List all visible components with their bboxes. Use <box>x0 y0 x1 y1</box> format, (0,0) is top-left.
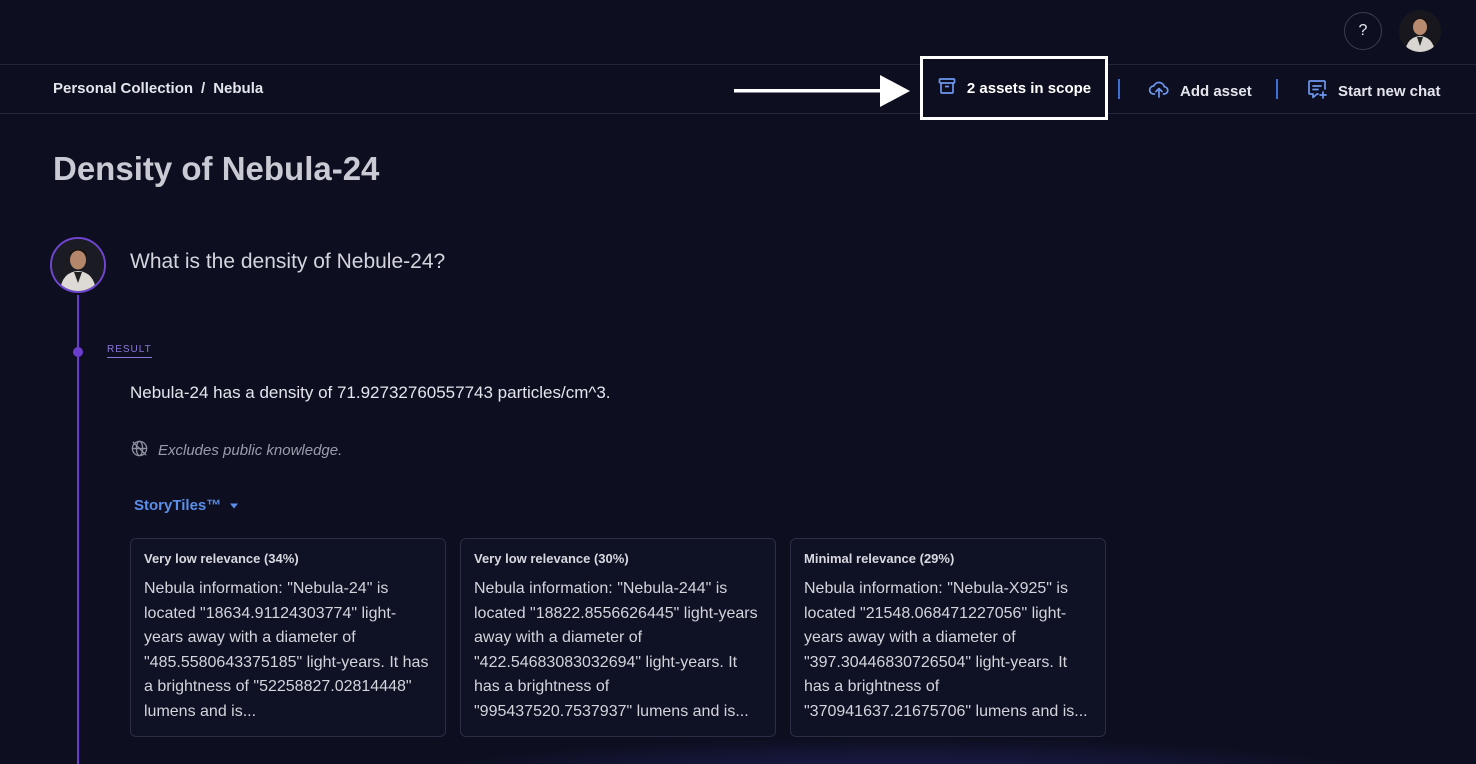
storytiles-label: StoryTiles™ <box>134 497 222 514</box>
add-asset-label: Add asset <box>1180 82 1252 100</box>
breadcrumb-personal-collection[interactable]: Personal Collection <box>53 80 193 97</box>
chat-plus-icon <box>1306 78 1328 104</box>
cloud-upload-icon <box>1148 78 1170 104</box>
help-button[interactable]: ? <box>1344 12 1382 50</box>
result-tag: RESULT <box>107 344 152 358</box>
storytiles-dropdown[interactable]: StoryTiles™ <box>134 497 239 514</box>
breadcrumb-current: Nebula <box>213 80 264 97</box>
page-title: Density of Nebula-24 <box>53 150 380 187</box>
globe-off-icon <box>130 439 149 462</box>
public-knowledge-note: Excludes public knowledge. <box>130 439 342 462</box>
caret-down-icon <box>229 497 239 514</box>
assets-in-scope-button[interactable]: 2 assets in scope <box>920 56 1108 120</box>
user-avatar[interactable] <box>1399 10 1441 52</box>
tile-text: Nebula information: "Nebula-X925" is loc… <box>804 580 1088 720</box>
start-new-chat-button[interactable]: Start new chat <box>1306 78 1441 104</box>
tile-text: Nebula information: "Nebula-24" is locat… <box>144 580 429 720</box>
tile-relevance: Minimal relevance (29%) <box>804 551 955 566</box>
pointer-arrow-icon <box>734 75 910 107</box>
note-text: Excludes public knowledge. <box>158 442 343 459</box>
scope-label: 2 assets in scope <box>966 79 1092 97</box>
tile-text: Nebula information: "Nebula-244" is loca… <box>474 580 758 720</box>
toolbar-divider <box>1276 79 1278 99</box>
story-tile[interactable]: Very low relevance (30%) Nebula informat… <box>460 538 776 737</box>
tile-relevance: Very low relevance (30%) <box>474 551 629 566</box>
breadcrumb-separator: / <box>201 80 206 97</box>
top-bar: ? <box>0 0 1476 65</box>
story-tile[interactable]: Minimal relevance (29%) Nebula informati… <box>790 538 1106 737</box>
avatar-photo <box>1399 10 1441 52</box>
toolbar-divider <box>1118 79 1120 99</box>
archive-box-icon <box>937 76 957 100</box>
sub-header: Personal Collection / Nebula 2 assets in… <box>0 56 1476 120</box>
help-label: ? <box>1358 22 1368 39</box>
timeline-dot <box>73 347 83 357</box>
question-avatar <box>50 237 106 293</box>
tile-relevance: Very low relevance (34%) <box>144 551 299 566</box>
breadcrumb: Personal Collection / Nebula <box>53 80 263 97</box>
story-tile[interactable]: Very low relevance (34%) Nebula informat… <box>130 538 446 737</box>
avatar-photo <box>52 239 104 291</box>
start-new-chat-label: Start new chat <box>1338 82 1441 100</box>
result-answer: Nebula-24 has a density of 71.9273276055… <box>130 383 611 402</box>
timeline-line <box>77 295 79 764</box>
user-question: What is the density of Nebule-24? <box>130 250 446 273</box>
add-asset-button[interactable]: Add asset <box>1148 78 1252 104</box>
